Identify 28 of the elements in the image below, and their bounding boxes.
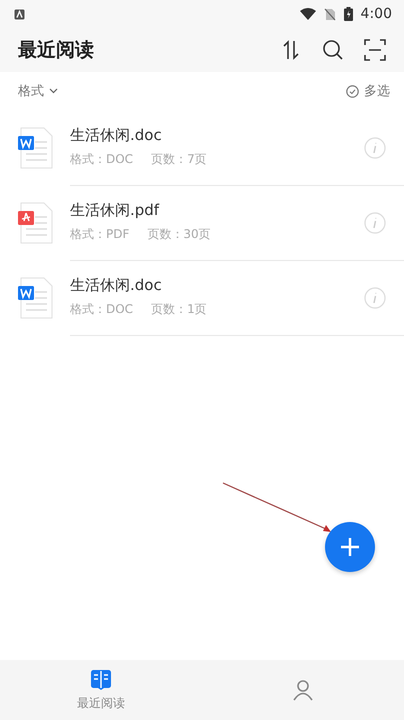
file-name[interactable]: 生活休闲.doc xyxy=(70,126,404,145)
page-count: 页数：30页 xyxy=(147,226,211,243)
chevron-down-icon xyxy=(49,88,58,94)
plus-icon xyxy=(341,538,359,556)
wifi-icon xyxy=(300,8,316,20)
add-button[interactable] xyxy=(325,522,375,572)
file-icon xyxy=(18,276,54,318)
file-format: 格式：PDF xyxy=(70,226,130,243)
file-format: 格式：DOC xyxy=(70,301,134,318)
multi-select-button[interactable]: 多选 xyxy=(346,82,390,100)
file-icon xyxy=(18,202,54,244)
page-count: 页数：7页 xyxy=(151,151,207,168)
status-time: 4:00 xyxy=(360,6,392,22)
check-circle-icon xyxy=(346,84,359,98)
format-filter[interactable]: 格式 xyxy=(18,82,58,100)
no-sim-icon xyxy=(324,8,336,20)
notification-icon xyxy=(14,8,25,20)
page-count: 页数：1页 xyxy=(151,301,207,318)
file-icon xyxy=(18,126,54,168)
scan-icon[interactable] xyxy=(364,39,386,61)
file-name[interactable]: 生活休闲.pdf xyxy=(70,201,404,220)
file-format: 格式：DOC xyxy=(70,151,134,168)
search-icon[interactable] xyxy=(322,39,344,61)
page-title: 最近阅读 xyxy=(18,38,94,63)
book-icon xyxy=(90,668,112,690)
battery-icon xyxy=(344,7,353,21)
file-name[interactable]: 生活休闲.doc xyxy=(70,276,404,295)
person-icon xyxy=(292,679,314,701)
